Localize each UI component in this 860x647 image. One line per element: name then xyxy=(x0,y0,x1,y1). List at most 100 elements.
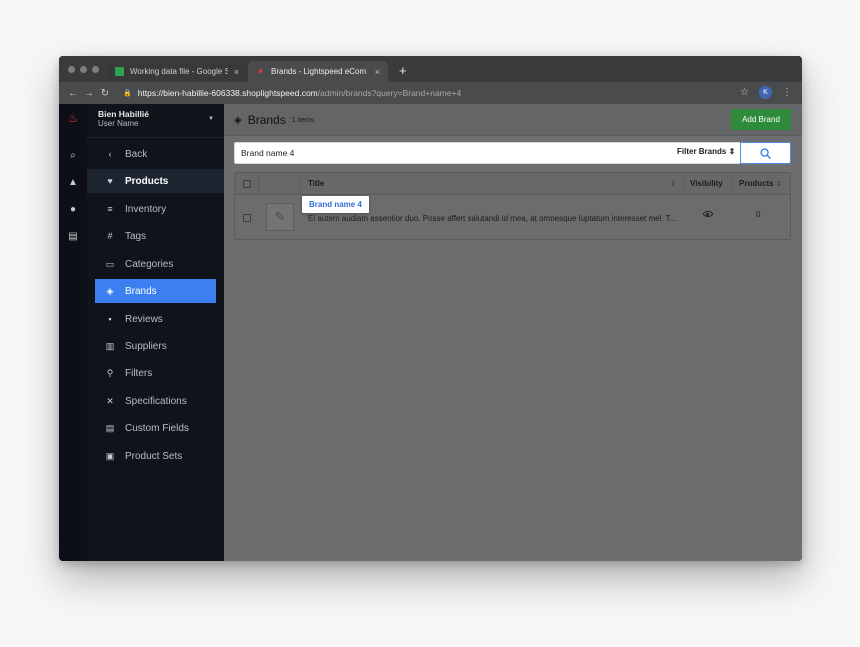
forward-arrow-icon[interactable]: → xyxy=(81,88,97,99)
page-header: ◈ Brands 1 items Add Brand xyxy=(224,104,802,136)
sidebar-item-suppliers[interactable]: ▥ Suppliers xyxy=(95,334,216,358)
search-icon[interactable]: ⌕ xyxy=(67,150,79,162)
column-visibility[interactable]: Visibility xyxy=(690,179,723,188)
products-count: 0 xyxy=(756,210,761,219)
icon-rail: ♨ ⌕ ▲ ● ▤ xyxy=(59,104,87,561)
tab-strip: Working data file - Google Sheets × ♦ Br… xyxy=(59,56,802,82)
browser-tab-brands[interactable]: ♦ Brands - Lightspeed eCom × xyxy=(248,61,388,82)
eye-icon[interactable] xyxy=(703,211,713,217)
table-header: Title ⇕ Visibility Products ⇕ xyxy=(235,173,790,195)
sidebar-item-label: Tags xyxy=(125,230,147,242)
tag-icon: ◈ xyxy=(234,114,242,126)
sidebar-item-label: Custom Fields xyxy=(125,422,189,434)
minimize-window-icon[interactable] xyxy=(80,66,87,73)
lock-icon: 🔒 xyxy=(123,90,132,97)
filter-brands-select[interactable]: Filter Brands ⇕ xyxy=(677,147,735,156)
help-icon[interactable]: ● xyxy=(67,204,79,216)
sidebar-item-tags[interactable]: # Tags xyxy=(95,224,216,248)
column-divider xyxy=(258,173,259,195)
sidebar-item-specifications[interactable]: ✕ Specifications xyxy=(95,389,216,413)
store-user: User Name xyxy=(98,119,139,128)
item-count: 1 items xyxy=(291,116,315,124)
reload-icon[interactable]: ↻ xyxy=(97,88,113,99)
brand-title-link[interactable]: Brand name 4 xyxy=(302,196,369,213)
card-icon[interactable]: ▤ xyxy=(67,231,79,243)
sidebar-item-filters[interactable]: ⚲ Filters xyxy=(95,361,216,385)
sidebar-item-product-sets[interactable]: ▣ Product Sets xyxy=(95,444,216,468)
brush-icon: ✎ xyxy=(274,209,286,224)
search-input[interactable] xyxy=(234,142,741,164)
sidebar-item-label: Product Sets xyxy=(125,450,183,462)
browser-tab-sheets[interactable]: Working data file - Google Sheets × xyxy=(107,61,247,82)
sidebar-item-inventory[interactable]: ≡ Inventory xyxy=(95,197,216,221)
sort-icon[interactable]: ⇕ xyxy=(776,180,782,188)
new-tab-icon[interactable]: + xyxy=(399,63,407,78)
caret-down-icon[interactable]: ▼ xyxy=(208,116,214,122)
sidebar-item-label: Brands xyxy=(125,285,157,297)
back-link[interactable]: ‹ Back xyxy=(95,142,216,166)
close-tab-icon[interactable]: × xyxy=(234,67,239,77)
sidebar-item-categories[interactable]: ▭ Categories xyxy=(95,252,216,276)
folder-icon: ▭ xyxy=(105,258,115,269)
hash-icon: # xyxy=(107,231,113,241)
bookmark-star-icon[interactable]: ☆ xyxy=(740,87,749,98)
app-area: ♨ ⌕ ▲ ● ▤ Bien Habillié User Name ▼ ‹ Ba… xyxy=(59,104,802,561)
brand-thumbnail: ✎ xyxy=(266,203,294,231)
browser-window: Working data file - Google Sheets × ♦ Br… xyxy=(59,56,802,561)
profile-avatar[interactable]: K xyxy=(759,86,772,99)
url-path: /admin/brands?query=Brand+name+4 xyxy=(317,88,462,98)
back-arrow-icon[interactable]: ← xyxy=(65,88,81,99)
chevron-left-icon: ‹ xyxy=(108,149,112,159)
main-content: ◈ Brands 1 items Add Brand Filter Brands… xyxy=(224,104,802,561)
sidebar-item-label: Categories xyxy=(125,258,174,270)
url-field[interactable]: 🔒 https://bien-habillie-606338.shoplight… xyxy=(123,88,461,98)
sidebar: Bien Habillié User Name ▼ ‹ Back ♥ Produ… xyxy=(87,104,224,561)
search-icon xyxy=(760,147,771,159)
store-switcher[interactable]: Bien Habillié User Name xyxy=(98,109,149,128)
sidebar-item-custom-fields[interactable]: ▤ Custom Fields xyxy=(95,416,216,440)
tag-icon: ◈ xyxy=(106,285,114,296)
url-host: https://bien-habillie-606338.shoplightsp… xyxy=(137,88,318,98)
product-sets-icon: ▣ xyxy=(105,450,115,461)
row-checkbox[interactable] xyxy=(243,214,251,222)
column-title[interactable]: Title xyxy=(308,179,324,188)
sidebar-item-brands[interactable]: ◈ Brands xyxy=(95,279,216,303)
tshirt-icon: ♥ xyxy=(107,176,113,186)
select-arrows-icon: ⇕ xyxy=(728,147,736,156)
review-icon: ▪ xyxy=(108,314,112,324)
sidebar-item-label: Filters xyxy=(125,367,153,379)
maximize-window-icon[interactable] xyxy=(92,66,99,73)
tools-icon: ✕ xyxy=(106,395,114,406)
tab-title: Brands - Lightspeed eCom xyxy=(271,67,367,76)
sidebar-item-label: Inventory xyxy=(125,203,167,215)
tab-title: Working data file - Google Sheets xyxy=(130,67,228,76)
back-label: Back xyxy=(125,148,148,160)
add-brand-button[interactable]: Add Brand xyxy=(731,109,791,130)
sidebar-item-reviews[interactable]: ▪ Reviews xyxy=(95,307,216,331)
filter-icon: ⚲ xyxy=(106,367,114,378)
sidebar-item-label: Reviews xyxy=(125,313,163,325)
inventory-icon: ≡ xyxy=(107,204,113,214)
column-divider xyxy=(300,173,301,195)
browser-menu-icon[interactable]: ⋮ xyxy=(782,87,792,98)
store-name: Bien Habillié xyxy=(98,109,150,119)
sidebar-item-label: Suppliers xyxy=(125,340,167,352)
bell-icon[interactable]: ▲ xyxy=(67,177,79,189)
products-label: Products xyxy=(125,175,169,187)
search-row: Filter Brands ⇕ xyxy=(234,142,791,164)
logo-flame-icon[interactable]: ♨ xyxy=(67,112,79,124)
column-divider xyxy=(683,173,684,195)
sort-icon[interactable]: ⇕ xyxy=(670,180,676,188)
column-products[interactable]: Products xyxy=(739,179,774,188)
select-all-checkbox[interactable] xyxy=(243,180,251,188)
sidebar-item-products[interactable]: ♥ Products xyxy=(87,169,224,193)
page-title: Brands xyxy=(247,113,286,127)
sheets-favicon-icon xyxy=(115,67,124,76)
fields-icon: ▤ xyxy=(105,422,115,433)
brands-table: Title ⇕ Visibility Products ⇕ ✎ Brand na… xyxy=(234,172,791,240)
close-tab-icon[interactable]: × xyxy=(375,67,380,77)
close-window-icon[interactable] xyxy=(68,66,75,73)
lightspeed-favicon-icon: ♦ xyxy=(258,66,263,76)
column-divider xyxy=(732,173,733,195)
search-button[interactable] xyxy=(740,142,791,164)
